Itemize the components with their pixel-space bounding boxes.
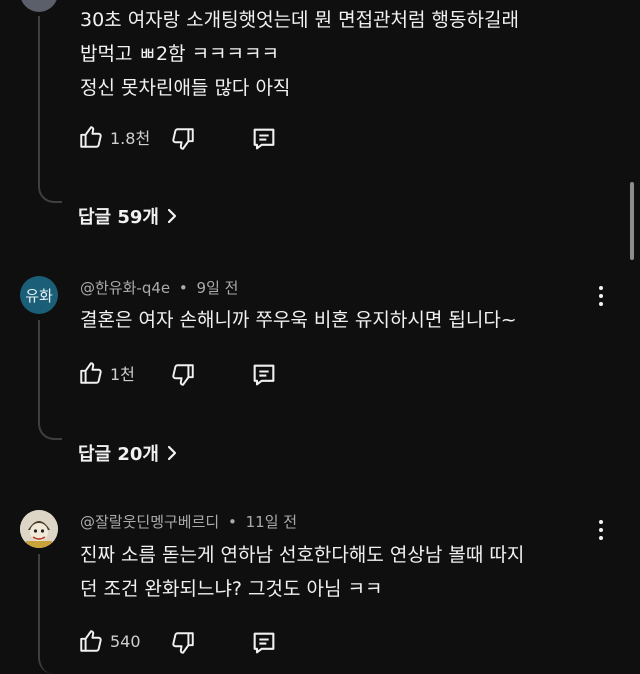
like-count: 1천 [110,365,135,384]
comment-line: 진짜 소름 돋는게 연하남 선호한다해도 연상남 볼때 따지 [80,544,525,566]
dislike-button[interactable] [170,362,196,388]
dislike-button[interactable] [170,630,196,656]
avatar-initials: 유화 [25,286,53,305]
replies-label: 답글 20개 [78,444,159,465]
avatar[interactable]: 유화 [20,276,58,314]
more-button[interactable] [591,520,611,540]
comment-line: 던 조건 완화되느냐? 그것도 아님 ㅋㅋ [80,578,383,600]
comment-meta: @한유화-q4e • 9일 전 [80,277,238,298]
comment-line: 밥먹고 ㅃ2함 ㅋㅋㅋㅋㅋ [80,43,279,65]
meta-separator: • [178,279,188,297]
reply-button[interactable] [250,361,278,389]
replies-toggle[interactable]: 답글 59개 [78,203,179,229]
thumbs-down-icon [170,126,196,152]
comment-line: 결혼은 여자 손해니까 쭈우욱 비혼 유지하시면 됩니다~ [80,309,517,331]
more-button[interactable] [591,286,611,306]
thumbs-up-icon [78,628,104,654]
thread-line [38,320,62,440]
dislike-button[interactable] [170,126,196,152]
timestamp[interactable]: 9일 전 [197,279,239,297]
chevron-right-icon [165,445,179,461]
thumbs-up-icon [78,360,104,386]
replies-toggle[interactable]: 답글 20개 [78,440,179,466]
reply-button[interactable] [250,125,278,153]
author-handle[interactable]: @잘랄웃딘멩구베르디 [80,513,219,531]
thread-line [38,16,62,203]
avatar[interactable] [20,510,58,548]
chevron-right-icon [165,208,179,224]
comment-line: 정신 못차린애들 많다 아직 [80,77,291,99]
comment-text: 진짜 소름 돋는게 연하남 선호한다해도 연상남 볼때 따지 던 조건 완화되느… [80,538,524,606]
comment-text: 30초 여자랑 소개팅햇엇는데 뭔 면접관처럼 행동하길래 밥먹고 ㅃ2함 ㅋㅋ… [80,3,519,105]
like-button[interactable]: 1천 [78,360,135,386]
comment-reply-icon [250,361,278,389]
avatar-top[interactable] [20,0,58,12]
reply-button[interactable] [250,629,278,657]
like-count: 540 [110,631,141,651]
like-button[interactable]: 540 [78,628,141,654]
avatar-image [20,510,58,548]
thumbs-down-icon [170,362,196,388]
thread-line [38,554,62,674]
meta-separator: • [227,513,237,531]
scrollbar[interactable] [630,182,634,260]
like-count: 1.8천 [110,129,151,148]
comment-meta: @잘랄웃딘멩구베르디 • 11일 전 [80,511,297,532]
comment-text: 결혼은 여자 손해니까 쭈우욱 비혼 유지하시면 됩니다~ [80,303,517,337]
replies-label: 답글 59개 [78,207,159,228]
thumbs-down-icon [170,630,196,656]
comment-reply-icon [250,629,278,657]
thumbs-up-icon [78,124,104,150]
author-handle[interactable]: @한유화-q4e [80,279,170,297]
comment-line: 30초 여자랑 소개팅햇엇는데 뭔 면접관처럼 행동하길래 [80,9,519,31]
comment-reply-icon [250,125,278,153]
like-button[interactable]: 1.8천 [78,124,150,150]
timestamp[interactable]: 11일 전 [246,513,297,531]
